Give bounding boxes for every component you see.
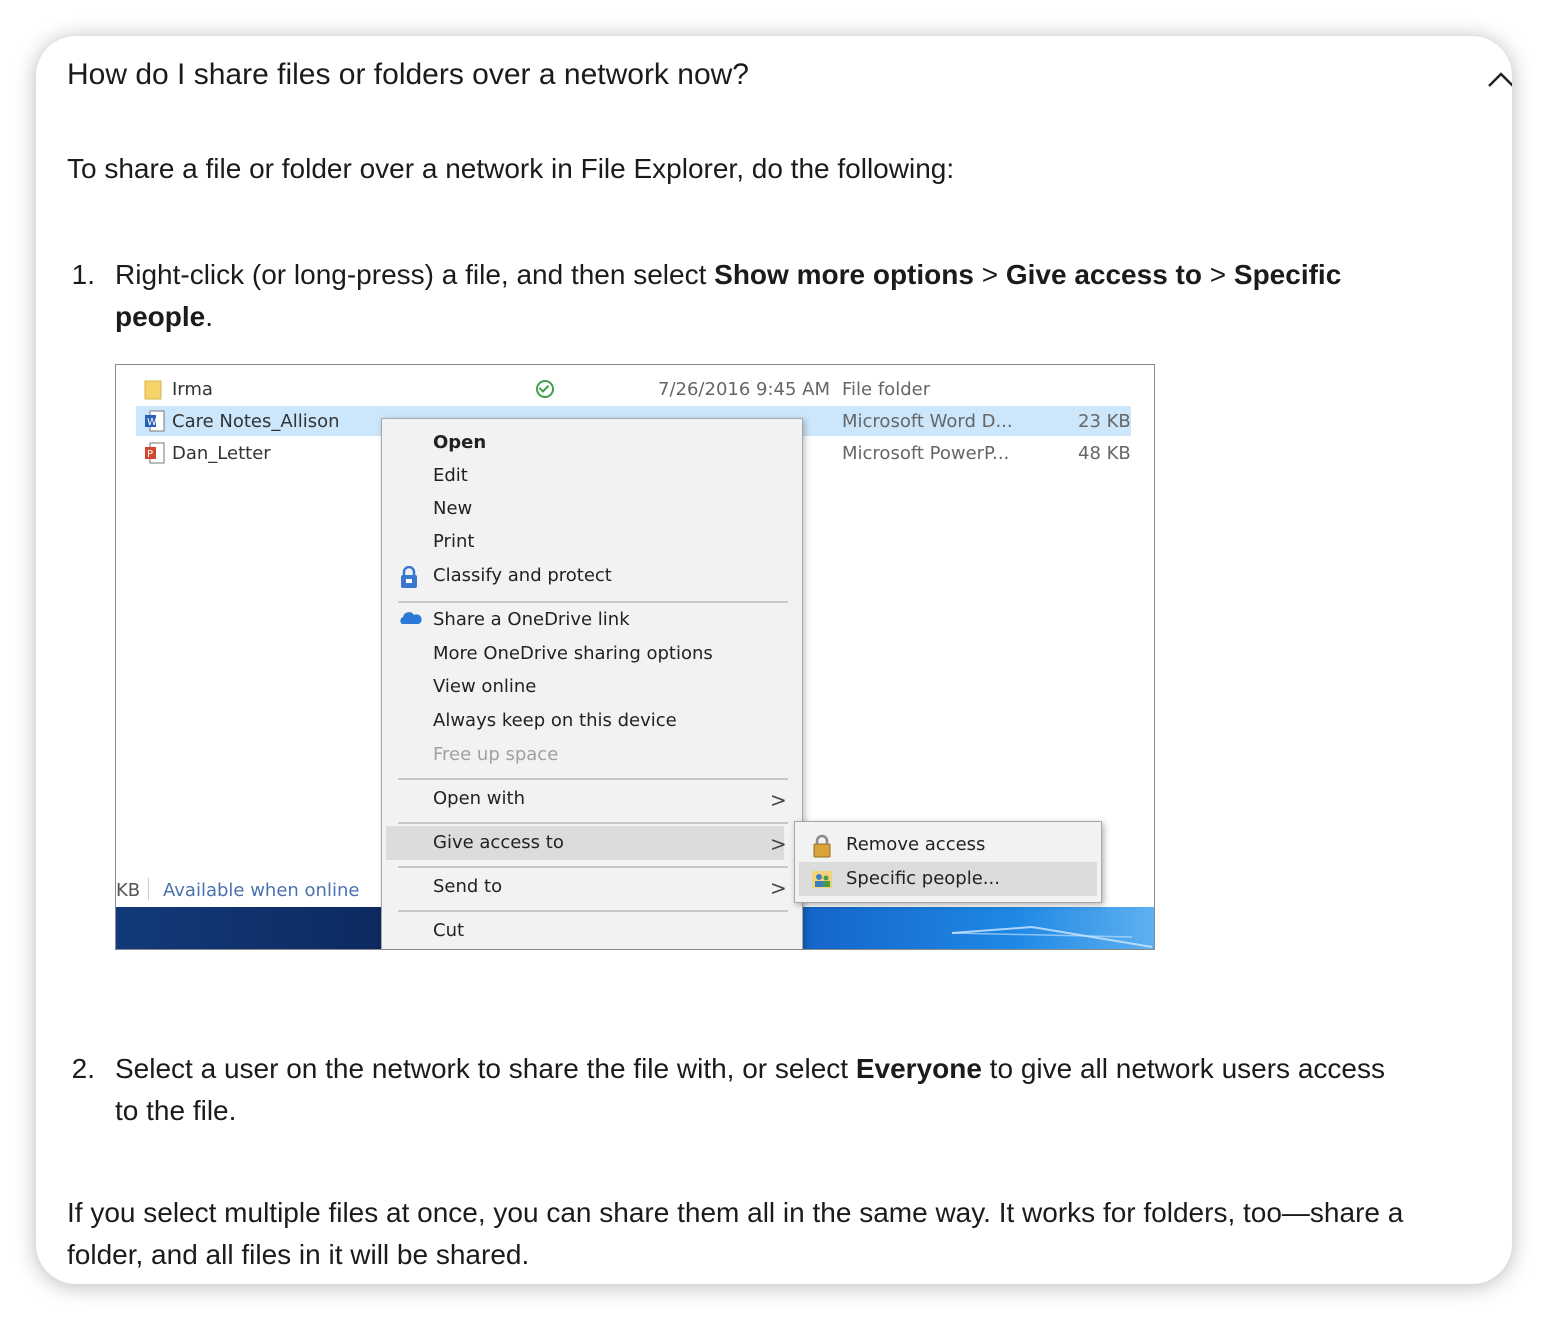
synced-check-icon [536,380,554,398]
svg-text:W: W [147,417,157,428]
submenu-item-label: Remove access [846,834,986,855]
folder-icon [144,378,162,400]
menu-item-open[interactable]: Open [382,426,802,460]
lock-shield-icon [398,565,420,588]
menu-item-label: Classify and protect [433,565,612,586]
menu-item-share-onedrive-link[interactable]: Share a OneDrive link [382,603,802,637]
step-text: > [973,259,1006,290]
menu-item-free-up-space: Free up space [382,738,802,772]
faq-question: How do I share files or folders over a n… [67,58,749,91]
menu-separator [398,910,788,912]
menu-item-label: Free up space [433,744,559,765]
step-bold-text: Everyone [855,1053,982,1084]
step-bold-text: Give access to [1005,259,1202,290]
chevron-right-icon: > [770,876,787,900]
step-1: 1. Right-click (or long-press) a file, a… [72,254,1375,338]
menu-item-label: More OneDrive sharing options [433,643,713,664]
desktop-background [116,907,382,949]
menu-item-label: Open with [433,788,525,809]
file-name: Care Notes_Allison [172,411,340,432]
file-name: Irma [172,379,213,400]
menu-item-edit[interactable]: Edit [382,459,802,493]
chevron-right-icon: > [770,788,787,812]
svg-text:P: P [147,449,153,460]
menu-item-send-to[interactable]: Send to > [382,870,802,904]
menu-item-label: Open [433,432,487,453]
status-divider [148,878,149,900]
step-text: . [205,301,214,332]
desktop-background [802,907,1154,949]
menu-item-give-access-to[interactable]: Give access to > [386,826,787,860]
menu-item-more-onedrive-sharing[interactable]: More OneDrive sharing options [382,637,802,671]
menu-item-label: Give access to [433,832,564,853]
status-size-text: KB [116,880,141,901]
intro-text: To share a file or folder over a network… [67,153,955,184]
menu-item-label: Cut [433,920,465,941]
menu-item-print[interactable]: Print [382,525,802,559]
step-number: 2. [71,1053,95,1084]
powerpoint-icon: P [144,442,165,464]
menu-separator [398,822,788,824]
file-type: Microsoft Word D... [842,411,1013,432]
menu-item-label: Print [433,531,475,552]
collapse-chevron-icon[interactable] [1481,60,1512,100]
menu-item-label: View online [433,676,537,697]
step-number: 1. [71,259,95,290]
step-text: > [1201,259,1234,290]
step-bold-text: Show more options [714,259,974,290]
menu-item-label: Share a OneDrive link [433,609,630,630]
people-icon [811,868,833,890]
padlock-icon [811,834,833,858]
file-row: Irma 7/26/2016 9:45 AM File folder [136,374,1131,404]
step-text: Right-click (or long-press) a file, and … [115,259,715,290]
step-2: 2. Select a user on the network to share… [72,1048,1415,1132]
menu-item-classify-protect[interactable]: Classify and protect [382,559,802,593]
file-name: Dan_Letter [172,443,271,464]
menu-item-view-online[interactable]: View online [382,670,802,704]
file-date: 7/26/2016 9:45 AM [658,379,831,400]
file-type: Microsoft PowerP... [842,443,1010,464]
give-access-submenu: Remove access Specific people... [794,821,1102,903]
chevron-right-icon: > [770,832,787,856]
menu-item-label: Edit [433,465,468,486]
context-menu: Open Edit New Print Classify and protect… [381,418,803,949]
menu-separator [398,866,788,868]
menu-item-open-with[interactable]: Open with > [382,782,802,816]
faq-card: How do I share files or folders over a n… [36,36,1512,1284]
outro-text: If you select multiple files at once, yo… [67,1197,1404,1270]
menu-item-new[interactable]: New [382,492,802,526]
explorer-screenshot: Irma 7/26/2016 9:45 AM File folder W Car… [115,364,1155,950]
file-type: File folder [842,379,931,400]
menu-item-label: New [433,498,473,519]
menu-item-label: Send to [433,876,503,897]
file-size: 48 KB [1078,443,1131,464]
menu-separator [398,778,788,780]
step-text: Select a user on the network to share th… [115,1053,856,1084]
status-availability-text: Available when online [163,880,360,901]
submenu-item-label: Specific people... [846,868,1000,889]
menu-item-label: Always keep on this device [433,710,677,731]
submenu-item-remove-access[interactable]: Remove access [795,828,1101,862]
file-size: 23 KB [1078,411,1131,432]
word-doc-icon: W [144,410,165,432]
onedrive-cloud-icon [398,610,422,630]
menu-item-cut[interactable]: Cut [382,914,802,948]
menu-item-always-keep[interactable]: Always keep on this device [382,704,802,738]
submenu-item-specific-people[interactable]: Specific people... [799,862,1097,896]
